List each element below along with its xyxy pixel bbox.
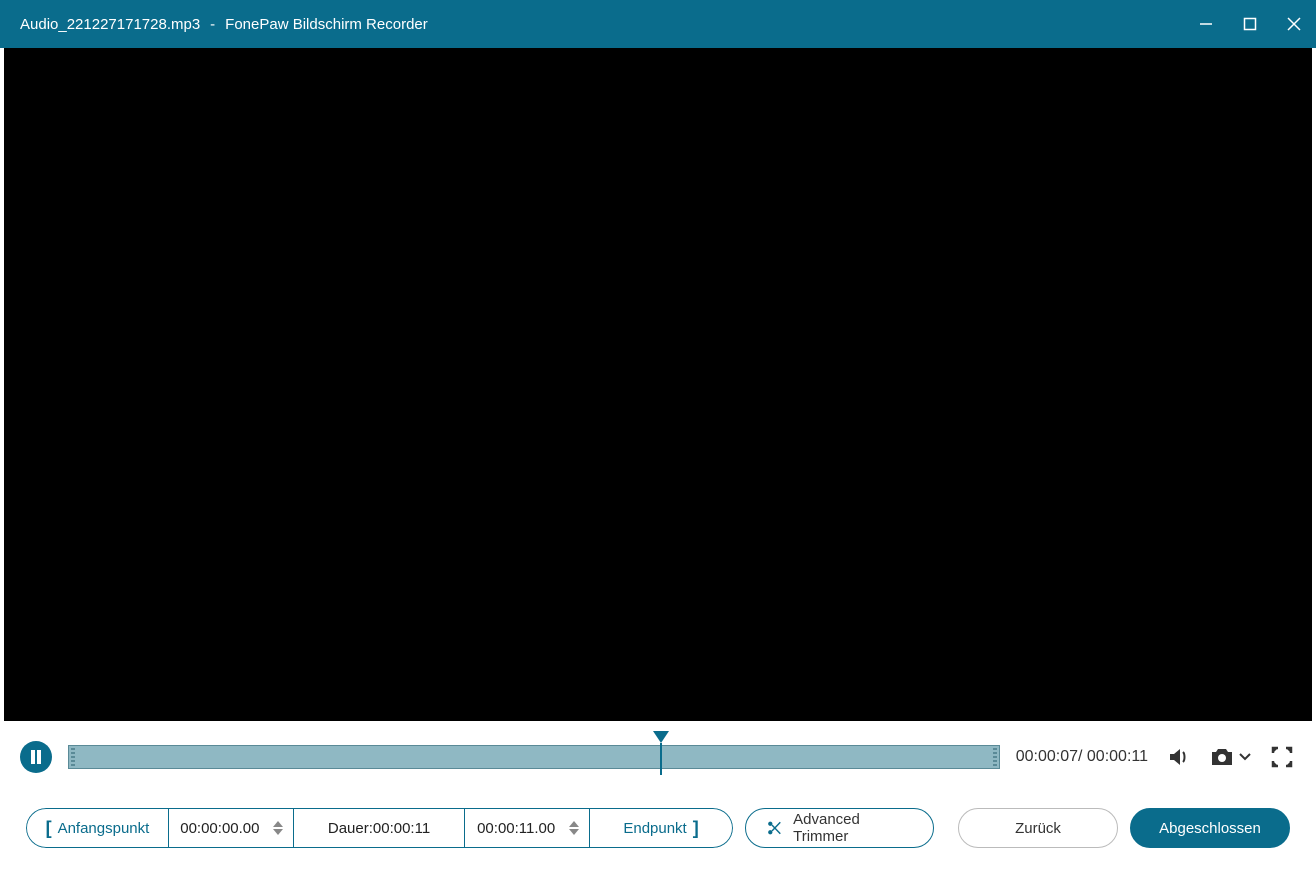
pause-button[interactable]: [20, 741, 52, 773]
snapshot-dropdown[interactable]: [1238, 743, 1252, 771]
close-icon: [1287, 17, 1301, 31]
end-label: Endpunkt: [623, 820, 686, 837]
back-label: Zurück: [1015, 820, 1061, 837]
close-button[interactable]: [1272, 0, 1316, 48]
scissors-icon: [766, 819, 783, 837]
end-time-stepper: [569, 813, 583, 843]
start-time-up[interactable]: [273, 821, 283, 827]
volume-button[interactable]: [1164, 743, 1192, 771]
set-end-button[interactable]: Endpunkt ]: [590, 808, 733, 848]
preview-area: [4, 48, 1312, 721]
chevron-down-icon: [1239, 753, 1251, 761]
title-filename: Audio_221227171728.mp3: [0, 16, 200, 33]
total-time: 00:00:11: [1087, 748, 1148, 765]
playhead-marker-icon: [653, 731, 669, 743]
back-button[interactable]: Zurück: [958, 808, 1118, 848]
end-time-up[interactable]: [569, 821, 579, 827]
trim-bar: [ Anfangspunkt 00:00:00.00 Dauer:00:00:1…: [0, 793, 1316, 871]
end-time-down[interactable]: [569, 829, 579, 835]
playhead-line[interactable]: [660, 743, 662, 775]
maximize-button[interactable]: [1228, 0, 1272, 48]
time-display: 00:00:07/ 00:00:11: [1016, 748, 1148, 766]
done-button[interactable]: Abgeschlossen: [1130, 808, 1290, 848]
bracket-close-icon: ]: [693, 818, 699, 839]
player-bar: 00:00:07/ 00:00:11: [0, 721, 1316, 793]
bracket-open-icon: [: [46, 818, 52, 839]
advanced-trimmer-label: Advanced Trimmer: [793, 811, 913, 845]
current-time: 00:00:07: [1016, 748, 1078, 765]
end-time-field[interactable]: 00:00:11.00: [465, 808, 590, 848]
duration-value: 00:00:11: [373, 820, 430, 837]
duration-label: Dauer:: [328, 820, 373, 837]
minimize-button[interactable]: [1184, 0, 1228, 48]
snapshot-button[interactable]: [1208, 743, 1236, 771]
title-app-name: FonePaw Bildschirm Recorder: [225, 16, 428, 33]
end-time-value: 00:00:11.00: [477, 820, 555, 837]
set-start-button[interactable]: [ Anfangspunkt: [26, 808, 169, 848]
titlebar: Audio_221227171728.mp3 - FonePaw Bildsch…: [0, 0, 1316, 48]
progress-bar[interactable]: [68, 745, 1000, 769]
minimize-icon: [1199, 17, 1213, 31]
advanced-trimmer-button[interactable]: Advanced Trimmer: [745, 808, 934, 848]
start-time-down[interactable]: [273, 829, 283, 835]
done-label: Abgeschlossen: [1159, 820, 1261, 837]
start-time-field[interactable]: 00:00:00.00: [169, 808, 294, 848]
fullscreen-button[interactable]: [1268, 743, 1296, 771]
pause-icon: [30, 750, 42, 764]
camera-icon: [1209, 746, 1235, 768]
volume-icon: [1166, 745, 1190, 769]
start-time-value: 00:00:00.00: [180, 820, 259, 837]
start-time-stepper: [273, 813, 287, 843]
trim-segment-group: [ Anfangspunkt 00:00:00.00 Dauer:00:00:1…: [26, 808, 733, 848]
duration-display: Dauer:00:00:11: [294, 808, 465, 848]
maximize-icon: [1243, 17, 1257, 31]
title-separator: -: [210, 16, 215, 33]
fullscreen-icon: [1271, 746, 1293, 768]
start-label: Anfangspunkt: [58, 820, 150, 837]
